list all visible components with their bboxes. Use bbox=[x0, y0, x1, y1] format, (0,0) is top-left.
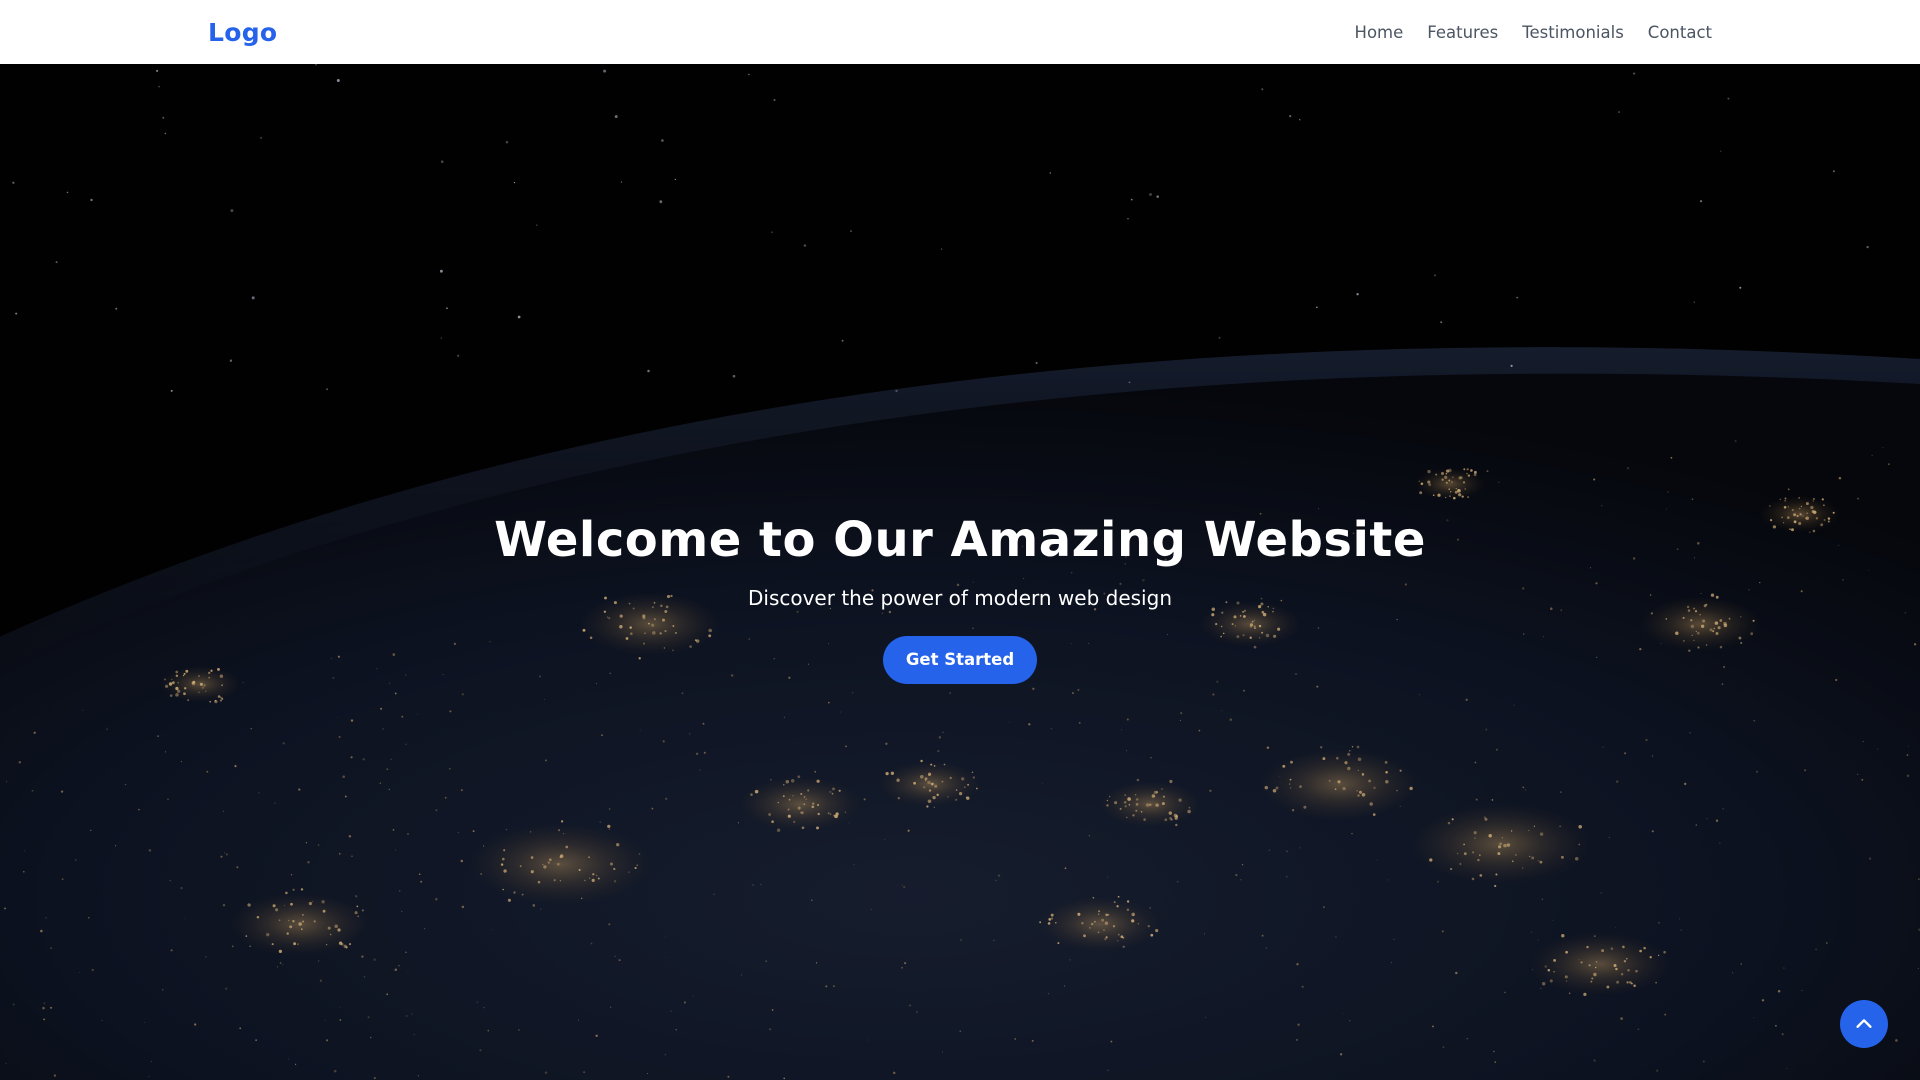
nav-link-features[interactable]: Features bbox=[1427, 23, 1498, 42]
hero-subtitle: Discover the power of modern web design bbox=[747, 585, 1172, 610]
nav-link-testimonials[interactable]: Testimonials bbox=[1522, 23, 1624, 42]
hero-title: Welcome to Our Amazing Website bbox=[494, 512, 1426, 568]
nav-link-home[interactable]: Home bbox=[1355, 23, 1404, 42]
navbar: Logo Home Features Testimonials Contact bbox=[0, 0, 1920, 64]
chevron-up-icon bbox=[1856, 1019, 1872, 1028]
nav-link-contact[interactable]: Contact bbox=[1648, 23, 1712, 42]
nav-links: Home Features Testimonials Contact bbox=[1355, 23, 1712, 42]
hero-section: Welcome to Our Amazing Website Discover … bbox=[0, 64, 1920, 1080]
scroll-to-top-button[interactable] bbox=[1840, 1000, 1888, 1048]
hero-content: Welcome to Our Amazing Website Discover … bbox=[0, 64, 1920, 1080]
get-started-button[interactable]: Get Started bbox=[883, 635, 1037, 684]
logo[interactable]: Logo bbox=[208, 18, 277, 47]
